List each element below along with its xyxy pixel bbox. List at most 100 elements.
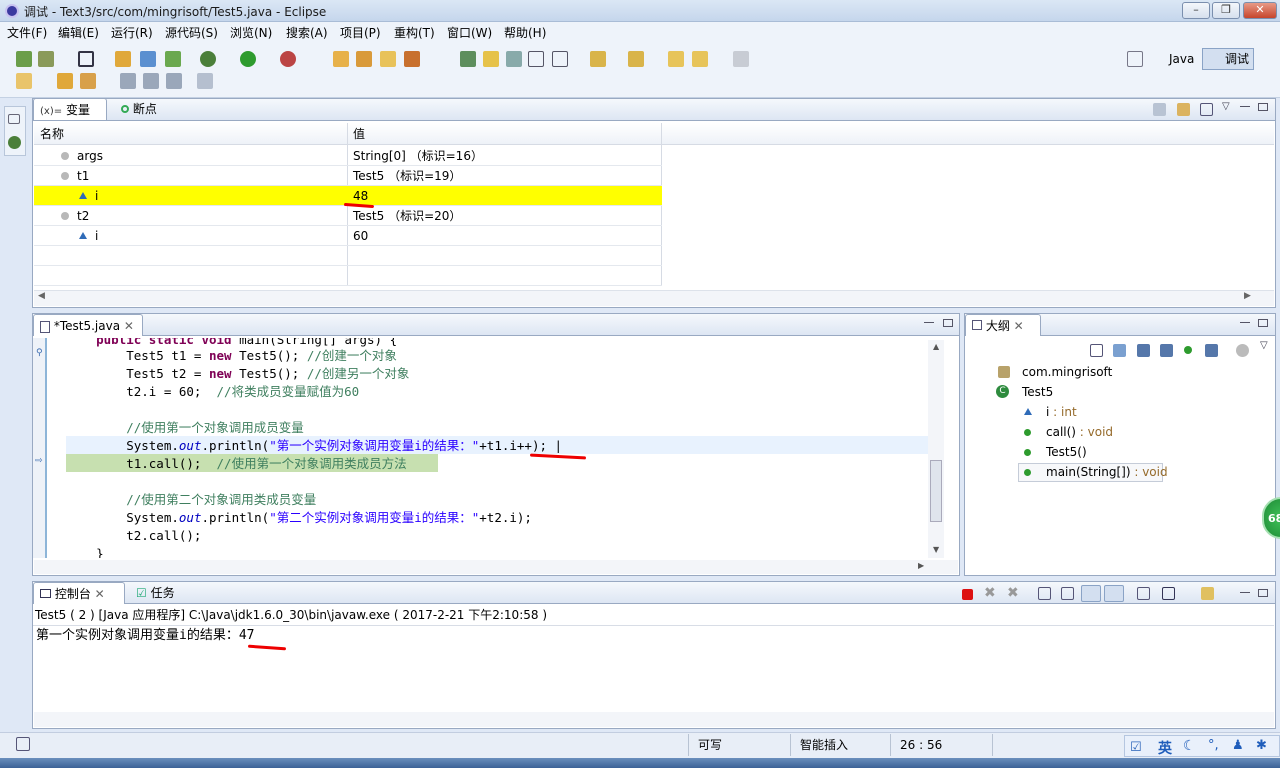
save-all-icon[interactable] — [143, 73, 159, 89]
clear-console-icon[interactable] — [1038, 587, 1051, 600]
ime-menu-icon[interactable]: ☑ — [1130, 740, 1142, 755]
debug-view-icon[interactable] — [8, 136, 21, 149]
editor-horizontal-scrollbar[interactable] — [34, 560, 958, 574]
outline-item-class[interactable]: Test5 — [1022, 382, 1053, 402]
remove-launch-icon[interactable]: ✖ — [984, 585, 996, 601]
view-menu-icon[interactable]: ▽ — [1222, 101, 1230, 112]
collapse-all-icon[interactable] — [1200, 103, 1213, 116]
tab-console[interactable]: 控制台 ✕ — [33, 582, 125, 604]
checkbox-icon[interactable] — [78, 51, 94, 67]
print-icon[interactable] — [166, 73, 182, 89]
back-icon[interactable] — [692, 51, 708, 67]
tab-variables[interactable]: (x)= 变量 ✕ — [33, 98, 107, 141]
block-selection-icon[interactable] — [506, 51, 522, 67]
terminate-icon[interactable] — [962, 589, 973, 600]
ime-language-toggle[interactable]: 英 — [1158, 738, 1172, 758]
java-perspective-button[interactable]: Java — [1146, 48, 1199, 70]
table-row[interactable] — [34, 166, 662, 186]
outline-item-field[interactable]: i : int — [1046, 402, 1077, 422]
open-console-icon[interactable] — [1201, 587, 1214, 600]
show-type-names-icon[interactable] — [1153, 103, 1166, 116]
menu-help[interactable]: 帮助(H) — [504, 24, 546, 41]
console-output[interactable]: 第一个实例对象调用变量i的结果：47 — [36, 626, 254, 646]
search-tool-icon[interactable] — [404, 51, 420, 67]
minimize-view-icon[interactable] — [1240, 322, 1250, 325]
hide-static-icon[interactable] — [1160, 344, 1173, 357]
outline-item-package[interactable]: com.mingrisoft — [1022, 362, 1112, 382]
column-name[interactable]: 名称 — [40, 124, 64, 144]
new-junit-icon[interactable] — [140, 51, 156, 67]
collapse-all-icon[interactable] — [1090, 344, 1103, 357]
minimize-view-icon[interactable] — [924, 322, 934, 325]
pin-console-icon[interactable] — [1137, 587, 1150, 600]
open-task-icon[interactable] — [356, 51, 372, 67]
open-perspective-icon[interactable] — [1127, 51, 1143, 67]
menu-source[interactable]: 源代码(S) — [165, 24, 218, 41]
menu-search[interactable]: 搜索(A) — [286, 24, 328, 41]
scroll-left-icon[interactable]: ◀ — [38, 291, 45, 301]
menu-navigate[interactable]: 浏览(N) — [230, 24, 272, 41]
maximize-view-icon[interactable] — [943, 319, 953, 327]
menu-edit[interactable]: 编辑(E) — [58, 24, 99, 41]
focus-icon[interactable] — [1236, 344, 1249, 357]
vertical-scrollbar[interactable] — [928, 340, 944, 558]
external-tools-icon[interactable] — [280, 51, 296, 67]
maximize-view-icon[interactable] — [1258, 103, 1268, 111]
outline-item-constructor[interactable]: Test5() — [1046, 442, 1087, 462]
minimize-button[interactable]: – — [1182, 2, 1210, 19]
new-wizard-icon[interactable] — [16, 73, 32, 89]
last-edit-icon[interactable] — [668, 51, 684, 67]
display-console-icon[interactable] — [1162, 587, 1175, 600]
tab-tasks[interactable]: ☑ 任务 — [130, 582, 181, 604]
moon-icon[interactable]: ☾ — [1183, 738, 1196, 754]
minimize-view-icon[interactable] — [1240, 106, 1250, 109]
view-menu-icon[interactable]: ▽ — [1260, 340, 1268, 351]
maximize-view-icon[interactable] — [1258, 589, 1268, 597]
horizontal-scrollbar[interactable] — [34, 290, 1274, 306]
close-icon[interactable]: ✕ — [1014, 319, 1024, 333]
new-file-icon[interactable] — [80, 73, 96, 89]
perspective-icon[interactable] — [197, 73, 213, 89]
code-area[interactable]: public static void main(String[] args) {… — [66, 338, 928, 558]
remove-all-icon[interactable]: ✖ — [1007, 585, 1019, 601]
open-type-icon[interactable] — [333, 51, 349, 67]
tab-test5-java[interactable]: *Test5.java ✕ — [33, 314, 143, 336]
maximize-button[interactable]: ❐ — [1212, 2, 1240, 19]
new-class-icon[interactable] — [165, 51, 181, 67]
column-value[interactable]: 值 — [353, 124, 365, 144]
scrollbar-thumb[interactable] — [930, 460, 942, 522]
menu-run[interactable]: 运行(R) — [111, 24, 153, 41]
scroll-right-icon[interactable]: ▶ — [1244, 291, 1251, 301]
open-resource-icon[interactable] — [380, 51, 396, 67]
hide-nonpublic-icon[interactable] — [1184, 346, 1192, 354]
settings-icon[interactable]: ✱ — [1256, 738, 1267, 753]
hide-fields-icon[interactable] — [1137, 344, 1150, 357]
close-button[interactable]: ✕ — [1243, 2, 1277, 19]
prev-annotation-icon[interactable] — [628, 51, 644, 67]
console-horizontal-scrollbar[interactable] — [34, 712, 1274, 727]
outline-item-method[interactable]: call() : void — [1046, 422, 1113, 442]
table-row[interactable] — [34, 226, 662, 246]
next-annotation-icon[interactable] — [590, 51, 606, 67]
minimize-view-icon[interactable] — [1240, 592, 1250, 595]
show-logical-icon[interactable] — [1177, 103, 1190, 116]
scroll-right-icon[interactable]: ▶ — [918, 561, 924, 570]
tab-outline[interactable]: 大纲 ✕ — [965, 314, 1041, 336]
table-row[interactable] — [34, 206, 662, 226]
debug-perspective-button[interactable]: 调试 — [1202, 48, 1255, 70]
menu-window[interactable]: 窗口(W) — [447, 24, 492, 41]
scroll-up-icon[interactable]: ▲ — [933, 342, 939, 351]
drop-frame-icon[interactable] — [38, 51, 54, 67]
run-icon[interactable] — [240, 51, 256, 67]
restore-icon[interactable] — [8, 114, 20, 124]
scroll-lock-icon[interactable] — [1061, 587, 1074, 600]
paragraph-icon[interactable] — [552, 51, 568, 67]
annotation-icon[interactable] — [460, 51, 476, 67]
sort-icon[interactable] — [1113, 344, 1126, 357]
highlight-icon[interactable] — [483, 51, 499, 67]
punctuation-icon[interactable]: °, — [1208, 738, 1219, 753]
table-row[interactable] — [34, 146, 662, 166]
menu-refactor[interactable]: 重构(T) — [394, 24, 435, 41]
menu-file[interactable]: 文件(F) — [7, 24, 47, 41]
save-icon[interactable] — [120, 73, 136, 89]
